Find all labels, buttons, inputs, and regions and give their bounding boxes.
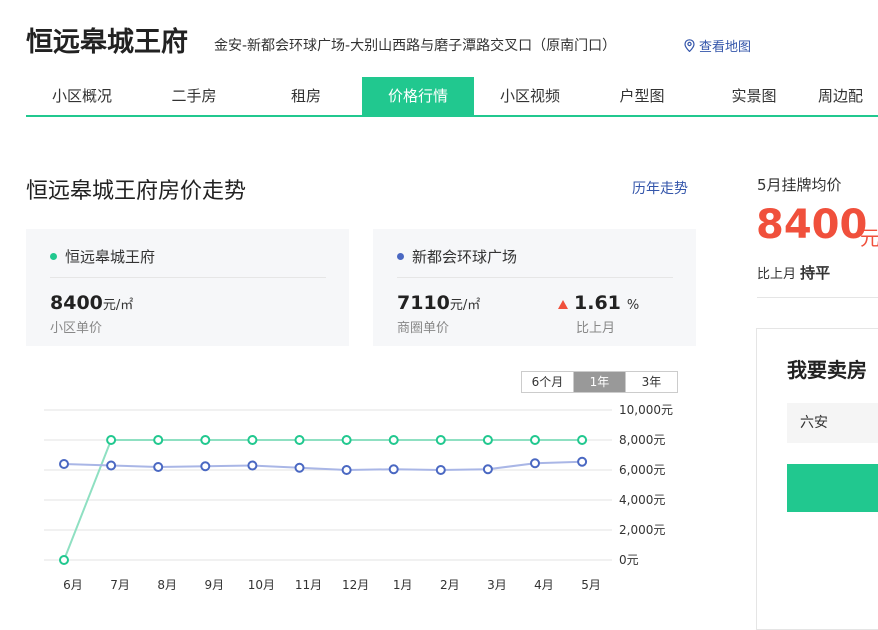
y-tick-label: 4,000元 xyxy=(619,493,665,507)
x-tick-label: 3月 xyxy=(487,578,507,592)
data-point xyxy=(435,465,446,475)
area-price-card: 新都会环球广场 7110元/㎡ 商圈单价 1.61 % 比上月 xyxy=(373,229,696,346)
x-tick-label: 9月 xyxy=(204,578,224,592)
area-change-label: 比上月 xyxy=(576,321,616,336)
y-tick-label: 2,000元 xyxy=(619,523,665,537)
area-price-value: 7110元/㎡ xyxy=(397,292,480,314)
tab-overview[interactable]: 小区概况 xyxy=(26,77,138,115)
x-tick-label: 4月 xyxy=(534,578,554,592)
card-divider xyxy=(397,277,673,278)
y-tick-label: 6,000元 xyxy=(619,463,665,477)
data-point xyxy=(294,462,305,473)
view-map-label: 查看地图 xyxy=(699,40,752,55)
community-price-card: 恒远皋城王府 8400元/㎡ 小区单价 xyxy=(26,229,349,346)
listing-mom-label: 比上月 xyxy=(757,267,797,282)
data-point xyxy=(153,462,164,472)
community-price-unit: 元/㎡ xyxy=(102,298,134,313)
x-tick-label: 2月 xyxy=(440,578,460,592)
community-price: 8400 xyxy=(50,292,103,314)
history-trend-link[interactable]: 历年走势 xyxy=(632,178,688,198)
listing-month-label: 5月挂牌均价 xyxy=(757,176,842,194)
listing-price-unit: 元 xyxy=(860,226,878,250)
tab-bar: 小区概况 二手房 租房 价格行情 小区视频 户型图 实景图 周边配 xyxy=(26,77,878,117)
tab-surroundings[interactable]: 周边配 xyxy=(810,77,878,115)
community-price-value: 8400元/㎡ xyxy=(50,292,133,314)
data-point xyxy=(106,435,117,445)
y-tick-label: 8,000元 xyxy=(619,433,665,447)
area-change: 1.61 % xyxy=(558,292,639,314)
x-tick-label: 6月 xyxy=(63,578,83,592)
x-tick-label: 5月 xyxy=(581,578,601,592)
tab-video[interactable]: 小区视频 xyxy=(474,77,586,115)
tab-photos[interactable]: 实景图 xyxy=(698,77,810,115)
area-price: 7110 xyxy=(397,292,450,314)
range-6-months-button[interactable]: 6个月 xyxy=(522,372,574,392)
listing-mom-value: 持平 xyxy=(800,264,831,282)
x-tick-label: 8月 xyxy=(157,578,177,592)
data-point xyxy=(59,555,69,565)
tab-rent[interactable]: 租房 xyxy=(250,77,362,115)
city-select[interactable]: 六安 xyxy=(787,403,878,443)
data-point xyxy=(530,435,540,445)
location-pin-icon xyxy=(684,39,695,52)
data-point xyxy=(200,461,211,472)
tab-floor-plan[interactable]: 户型图 xyxy=(586,77,698,115)
community-card-name: 恒远皋城王府 xyxy=(65,248,156,266)
tab-second-hand[interactable]: 二手房 xyxy=(138,77,250,115)
data-point xyxy=(106,460,117,471)
community-card-header: 恒远皋城王府 xyxy=(50,246,155,267)
sell-submit-button[interactable] xyxy=(787,464,878,512)
data-point xyxy=(247,460,258,471)
series-line xyxy=(63,460,583,472)
y-tick-label: 0元 xyxy=(619,553,639,567)
price-trend-chart: 10,000元 8,000元 6,000元 4,000元 2,000元 0元 6月 7月 8月 9… xyxy=(44,403,673,592)
area-card-header: 新都会环球广场 xyxy=(397,246,517,267)
data-point xyxy=(435,435,446,445)
listing-mom: 比上月 持平 xyxy=(757,262,830,283)
sell-house-title: 我要卖房 xyxy=(787,358,867,382)
listing-avg-price: 8400 xyxy=(756,202,868,248)
x-tick-label: 7月 xyxy=(110,578,130,592)
community-address: 金安-新都会环球广场-大别山西路与磨子潭路交叉口（原南门口） xyxy=(214,38,617,54)
range-3-years-button[interactable]: 3年 xyxy=(626,372,677,392)
community-title: 恒远皋城王府 xyxy=(26,27,188,58)
area-change-unit: % xyxy=(626,298,640,313)
sidebar-divider xyxy=(757,297,878,298)
range-1-year-button[interactable]: 1年 xyxy=(574,372,626,392)
community-price-label: 小区单价 xyxy=(50,321,103,336)
data-point xyxy=(482,435,493,445)
community-dot-icon xyxy=(50,253,57,260)
data-point xyxy=(530,458,540,469)
data-point xyxy=(341,435,352,445)
data-point xyxy=(153,435,164,445)
data-point xyxy=(294,435,305,445)
data-point xyxy=(577,456,588,467)
data-point xyxy=(577,435,588,445)
data-point xyxy=(341,465,352,475)
view-map-link[interactable]: 查看地图 xyxy=(684,36,751,55)
area-card-name: 新都会环球广场 xyxy=(412,248,518,266)
data-point xyxy=(388,435,399,445)
data-point xyxy=(59,459,69,469)
x-tick-label: 1月 xyxy=(393,578,413,592)
tab-price-trend[interactable]: 价格行情 xyxy=(362,77,474,115)
section-title: 恒远皋城王府房价走势 xyxy=(26,179,247,204)
x-tick-label: 10月 xyxy=(248,578,275,592)
data-point xyxy=(200,435,211,445)
y-tick-label: 10,000元 xyxy=(619,403,673,417)
data-point xyxy=(482,464,493,475)
x-tick-label: 11月 xyxy=(295,578,322,592)
area-price-label: 商圈单价 xyxy=(397,321,450,336)
time-range-selector: 6个月 1年 3年 xyxy=(521,371,678,393)
data-point xyxy=(247,435,258,445)
x-tick-label: 12月 xyxy=(342,578,369,592)
card-divider xyxy=(50,277,326,278)
area-price-unit: 元/㎡ xyxy=(449,298,481,313)
arrow-up-icon xyxy=(558,300,568,309)
area-change-value: 1.61 xyxy=(574,292,621,314)
area-dot-icon xyxy=(397,253,404,260)
data-point xyxy=(388,464,399,475)
